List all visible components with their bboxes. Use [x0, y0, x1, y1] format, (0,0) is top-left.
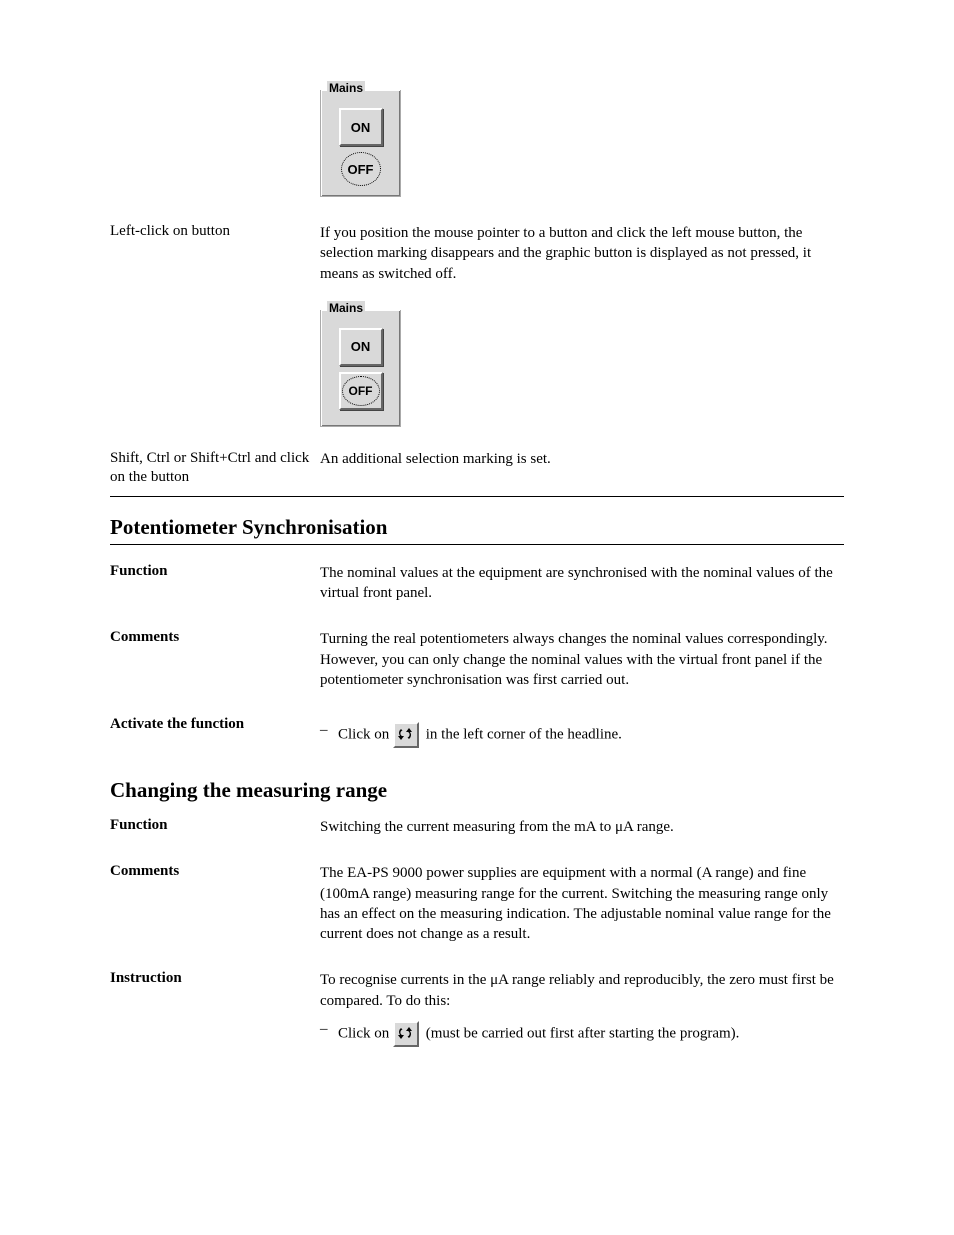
mains-on-button[interactable]: ON	[339, 108, 383, 146]
mains-panel-off-pressed: Mains ON OFF	[320, 310, 401, 427]
mains-off-dotted[interactable]: OFF	[341, 152, 381, 186]
text-left-click: If you position the mouse pointer to a b…	[320, 223, 844, 302]
heading-measuring-range: Changing the measuring range	[110, 778, 844, 803]
mains-off-button[interactable]: OFF	[339, 372, 383, 410]
text-function-1: The nominal values at the equipment are …	[320, 563, 844, 622]
label-function-2: Function	[110, 817, 320, 834]
text-shift-ctrl: An additional selection marking is set.	[320, 449, 844, 487]
label-left-click: Left-click on button	[110, 223, 320, 240]
text-activate: – Click on in the left corner of the hea…	[320, 716, 844, 748]
mains-panel-off-selected: Mains ON OFF	[320, 90, 401, 197]
heading-potentiometer: Potentiometer Synchronisation	[110, 515, 844, 540]
mains-label-2: Mains	[327, 301, 365, 315]
label-function-1: Function	[110, 563, 320, 580]
sync-icon[interactable]	[393, 722, 419, 748]
text-function-2: Switching the current measuring from the…	[320, 817, 844, 855]
section-divider-2	[110, 544, 844, 545]
label-comments-1: Comments	[110, 629, 320, 646]
label-comments-2: Comments	[110, 863, 320, 880]
text-comments-2: The EA-PS 9000 power supplies are equipm…	[320, 863, 844, 962]
section-divider-1	[110, 496, 844, 497]
label-activate: Activate the function	[110, 716, 320, 733]
label-shift-ctrl: Shift, Ctrl or Shift+Ctrl and click on t…	[110, 449, 320, 488]
label-instruction: Instruction	[110, 970, 320, 987]
text-comments-1: Turning the real potentiometers always c…	[320, 629, 844, 708]
mains-on-button-2[interactable]: ON	[339, 328, 383, 366]
sync-icon-2[interactable]	[393, 1021, 419, 1047]
text-instruction: To recognise currents in the μA range re…	[320, 970, 844, 1047]
mains-label: Mains	[327, 81, 365, 95]
